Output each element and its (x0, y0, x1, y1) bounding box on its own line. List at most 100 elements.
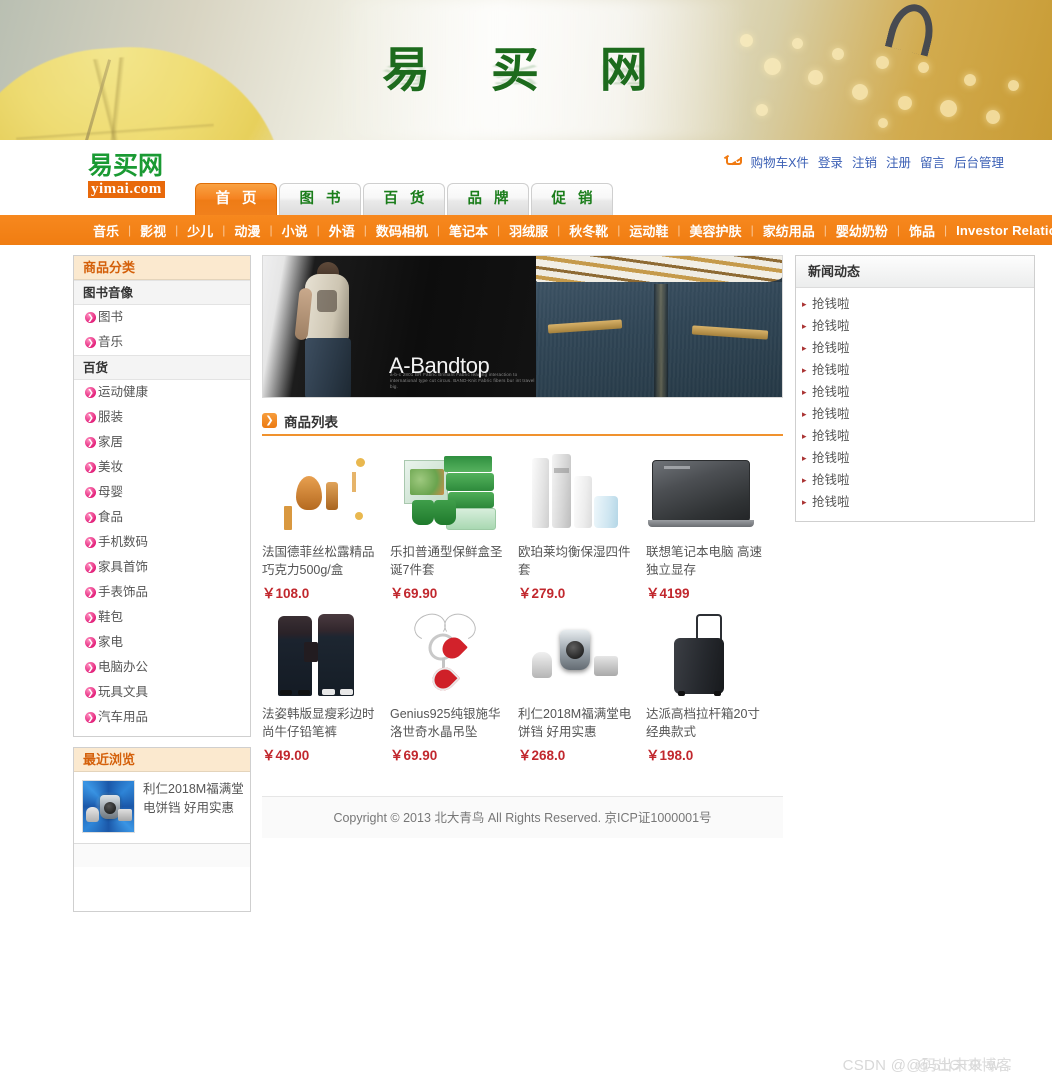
category-item-auto-supplies[interactable]: ❯ 汽车用品 (74, 705, 250, 730)
category-item-food[interactable]: ❯ 食品 (74, 505, 250, 530)
category-item-label: 汽车用品 (98, 710, 149, 724)
product-name[interactable]: 欧珀莱均衡保湿四件套 (518, 543, 634, 579)
subnav-item-children[interactable]: 少儿 (178, 221, 222, 240)
product-image-food-containers[interactable] (390, 450, 500, 534)
tab-books[interactable]: 图 书 (279, 183, 361, 215)
product-image-necklace[interactable] (390, 612, 500, 696)
category-item-watches-accessories[interactable]: ❯ 手表饰品 (74, 580, 250, 605)
product-card[interactable]: 乐扣普通型保鲜盒圣诞7件套 ￥69.90 (390, 450, 518, 602)
news-list: 抢钱啦 抢钱啦 抢钱啦 抢钱啦 抢钱啦 抢钱啦 抢钱啦 抢钱啦 抢钱啦 抢钱啦 (796, 288, 1034, 521)
news-item[interactable]: 抢钱啦 (796, 403, 1034, 425)
product-image-suitcase[interactable] (646, 612, 756, 696)
login-link[interactable]: 登录 (818, 152, 843, 171)
news-item[interactable]: 抢钱啦 (796, 491, 1034, 513)
category-item-furniture-jewelry[interactable]: ❯ 家具首饰 (74, 555, 250, 580)
category-item-toys-stationery[interactable]: ❯ 玩具文具 (74, 680, 250, 705)
subnav-item-accessories[interactable]: 饰品 (900, 221, 944, 240)
subnav-item-skincare[interactable]: 美容护肤 (681, 221, 751, 240)
subnav-item-anime[interactable]: 动漫 (225, 221, 269, 240)
subnav-item-digital-camera[interactable]: 数码相机 (367, 221, 437, 240)
product-name[interactable]: 达派高档拉杆箱20寸 经典款式 (646, 705, 762, 741)
cooker-main-pot (560, 630, 590, 670)
category-item-music[interactable]: ❯ 音乐 (74, 330, 250, 355)
product-image-chocolate[interactable] (262, 450, 372, 534)
product-name[interactable]: 利仁2018M福满堂电饼铛 好用实惠 (518, 705, 634, 741)
category-item-sports-health[interactable]: ❯ 运动健康 (74, 380, 250, 405)
news-item[interactable]: 抢钱啦 (796, 337, 1034, 359)
product-card[interactable]: 法姿韩版显瘦彩边时尚牛仔铅笔裤 ￥49.00 (262, 612, 390, 764)
tab-home[interactable]: 首 页 (195, 183, 277, 215)
product-name[interactable]: 法姿韩版显瘦彩边时尚牛仔铅笔裤 (262, 705, 378, 741)
banner-title: 易 买 网 (382, 42, 670, 98)
category-item-maternity-baby[interactable]: ❯ 母婴 (74, 480, 250, 505)
register-link[interactable]: 注册 (886, 152, 911, 171)
subnav-item-foreign-language[interactable]: 外语 (320, 221, 364, 240)
recently-viewed-item[interactable]: 利仁2018M福满堂电饼铛 好用实惠 (74, 772, 250, 843)
subnav-item-novels[interactable]: 小说 (273, 221, 317, 240)
logout-link[interactable]: 注销 (852, 152, 877, 171)
category-item-computers-office[interactable]: ❯ 电脑办公 (74, 655, 250, 680)
product-card[interactable]: 达派高档拉杆箱20寸 经典款式 ￥198.0 (646, 612, 774, 764)
tab-promotions[interactable]: 促 销 (531, 183, 613, 215)
product-name[interactable]: 法国德菲丝松露精品巧克力500g/盒 (262, 543, 378, 579)
site-logo[interactable]: 易买网 yimai.com (88, 152, 184, 198)
cart-link[interactable]: 购物车X件 (751, 152, 809, 171)
category-item-label: 玩具文具 (98, 685, 149, 699)
product-name[interactable]: 乐扣普通型保鲜盒圣诞7件套 (390, 543, 506, 579)
product-grid: 法国德菲丝松露精品巧克力500g/盒 ￥108.0 乐扣普通型保鲜盒圣诞7件套 (262, 436, 783, 774)
product-image-jeans[interactable] (262, 612, 372, 696)
category-item-shoes-bags[interactable]: ❯ 鞋包 (74, 605, 250, 630)
tab-general-merchandise[interactable]: 百 货 (363, 183, 445, 215)
category-item-beauty[interactable]: ❯ 美妆 (74, 455, 250, 480)
subnav-item-home-textiles[interactable]: 家纺用品 (754, 221, 824, 240)
recently-viewed-thumbnail[interactable] (82, 780, 135, 833)
product-image-cosmetics-set[interactable] (518, 450, 628, 534)
message-board-link[interactable]: 留言 (920, 152, 945, 171)
news-panel-title: 新闻动态 (796, 256, 1034, 288)
admin-console-link[interactable]: 后台管理 (954, 152, 1004, 171)
suitcase-wheels (678, 691, 685, 696)
category-item-label: 手表饰品 (98, 585, 149, 599)
news-item[interactable]: 抢钱啦 (796, 381, 1034, 403)
subnav-item-down-jacket[interactable]: 羽绒服 (500, 221, 557, 240)
product-price: ￥108.0 (262, 586, 310, 601)
subnav-item-sports-shoes[interactable]: 运动鞋 (620, 221, 677, 240)
subnav-item-investor-relations[interactable]: Investor Relations (947, 223, 1052, 238)
subnav-item-laptop[interactable]: 笔记本 (440, 221, 497, 240)
tab-brands[interactable]: 品 牌 (447, 183, 529, 215)
product-card[interactable]: 利仁2018M福满堂电饼铛 好用实惠 ￥268.0 (518, 612, 646, 764)
news-item[interactable]: 抢钱啦 (796, 315, 1034, 337)
news-item[interactable]: 抢钱啦 (796, 425, 1034, 447)
product-image-electric-cooker[interactable] (518, 612, 628, 696)
category-item-clothing[interactable]: ❯ 服装 (74, 405, 250, 430)
jeans-model-2 (318, 614, 354, 696)
recently-viewed-name[interactable]: 利仁2018M福满堂电饼铛 好用实惠 (143, 780, 244, 833)
category-item-label: 电脑办公 (98, 660, 149, 674)
news-item[interactable]: 抢钱啦 (796, 359, 1034, 381)
product-card[interactable]: 法国德菲丝松露精品巧克力500g/盒 ￥108.0 (262, 450, 390, 602)
product-card[interactable]: 联想笔记本电脑 高速独立显存 ￥4199 (646, 450, 774, 602)
category-item-mobile-digital[interactable]: ❯ 手机数码 (74, 530, 250, 555)
bullet-arrow-icon: ❯ (85, 412, 96, 423)
site-header: 易买网 yimai.com 购物车X件 登录 注销 注册 留言 后台管理 首 页… (0, 140, 1052, 215)
main-content: 商品分类 图书音像 ❯ 图书 ❯ 音乐 百货 ❯ 运动健康 ❯ 服装 ❯ 家居 … (0, 245, 1052, 912)
news-item[interactable]: 抢钱啦 (796, 293, 1034, 315)
category-item-home-appliances[interactable]: ❯ 家电 (74, 630, 250, 655)
subnav-item-music[interactable]: 音乐 (84, 221, 128, 240)
product-card[interactable]: 欧珀莱均衡保湿四件套 ￥279.0 (518, 450, 646, 602)
recently-viewed-empty-area (74, 867, 250, 911)
subnav-item-baby-formula[interactable]: 婴幼奶粉 (827, 221, 897, 240)
category-item-books[interactable]: ❯ 图书 (74, 305, 250, 330)
product-name[interactable]: Genius925纯银施华洛世奇水晶吊坠 (390, 705, 506, 741)
product-image-laptop[interactable] (646, 450, 756, 534)
hero-banner-image[interactable]: A-Bandtop a-b-c 2801 BR Fabric Brilliant… (262, 255, 783, 398)
news-item[interactable]: 抢钱啦 (796, 447, 1034, 469)
category-item-home[interactable]: ❯ 家居 (74, 430, 250, 455)
watermark-text-primary: CSDN @@码出未来-w... (842, 1057, 1012, 1074)
news-item[interactable]: 抢钱啦 (796, 469, 1034, 491)
subnav-item-film-tv[interactable]: 影视 (131, 221, 175, 240)
subnav-item-winter-boots[interactable]: 秋冬靴 (560, 221, 617, 240)
product-name[interactable]: 联想笔记本电脑 高速独立显存 (646, 543, 762, 579)
cosmetic-bottle-tall (552, 454, 571, 528)
product-card[interactable]: Genius925纯银施华洛世奇水晶吊坠 ￥69.90 (390, 612, 518, 764)
